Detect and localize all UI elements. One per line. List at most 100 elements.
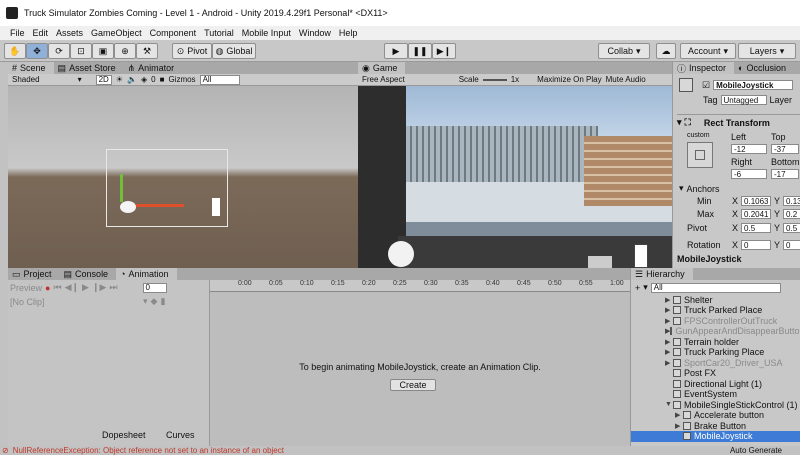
hierarchy-item[interactable]: ▶ Brake Button (631, 420, 800, 431)
hierarchy-item[interactable]: ▼ MobileSingleStickControl (1) (631, 399, 800, 410)
tab-asset-store[interactable]: ▤ Asset Store (53, 62, 124, 74)
next-key-icon[interactable]: ❙▶ (92, 282, 106, 293)
account-dropdown[interactable]: Account ▾ (680, 43, 736, 59)
hierarchy-item[interactable]: ▶ Terrain holder (631, 336, 800, 347)
add-event-icon[interactable]: ▮ (160, 296, 165, 307)
anchor-max-y[interactable]: 0.2 (783, 209, 800, 219)
hierarchy-item[interactable]: ▶ GunAppearAndDisappearButton (631, 326, 800, 337)
tab-scene[interactable]: # Scene (8, 62, 54, 74)
collab-dropdown[interactable]: Collab ▾ (598, 43, 650, 59)
step-button[interactable]: ▶❙ (432, 43, 456, 59)
tab-animation[interactable]: ◔ Animation (116, 268, 177, 280)
fx-icon[interactable]: ◈ (141, 75, 147, 84)
hierarchy-item[interactable]: ▶ Truck Parked Place (631, 305, 800, 316)
tab-inspector[interactable]: ⓘ Inspector (673, 62, 735, 74)
rect-transform-header[interactable]: ▾ ⛶ Rect Transform (677, 114, 800, 128)
menu-edit[interactable]: Edit (33, 28, 49, 38)
clip-dropdown[interactable]: [No Clip] (10, 297, 140, 307)
menu-tutorial[interactable]: Tutorial (204, 28, 234, 38)
hierarchy-item[interactable]: MobileJoystick (631, 430, 800, 442)
record-icon[interactable]: ● (45, 283, 50, 293)
pivot-x-field[interactable]: 0.5 (741, 223, 772, 233)
hierarchy-item[interactable]: ▶ SportCar20_Driver_USA (631, 357, 800, 368)
hierarchy-item[interactable]: ▶ Truck Parking Place (631, 347, 800, 358)
scale-tool-button[interactable]: ⊡ (70, 43, 92, 59)
rect-tool-button[interactable]: ▣ (92, 43, 114, 59)
pause-button[interactable]: ❚❚ (408, 43, 432, 59)
mode-2d-toggle[interactable]: 2D (95, 74, 112, 85)
hierarchy-item[interactable]: ▶ FPSControllerOutTruck (631, 315, 800, 326)
chevron-right-icon[interactable]: ▶ (675, 411, 683, 419)
play-button[interactable]: ▶ (384, 43, 408, 59)
chevron-right-icon[interactable]: ▶ (665, 317, 673, 325)
left-field[interactable]: -12 (731, 144, 767, 154)
hierarchy-item[interactable]: EventSystem (631, 389, 800, 400)
chevron-right-icon[interactable]: ▶ (665, 359, 673, 367)
scale-slider[interactable] (482, 78, 507, 81)
maximize-on-play-toggle[interactable]: Maximize On Play (537, 75, 601, 84)
brake-button-icon[interactable] (588, 256, 612, 268)
chevron-right-icon[interactable]: ▶ (665, 348, 673, 356)
menu-assets[interactable]: Assets (56, 28, 83, 38)
tab-occlusion[interactable]: ◐ Occlusion (734, 62, 794, 74)
rotation-x-field[interactable]: 0 (741, 240, 772, 250)
status-message[interactable]: NullReferenceException: Object reference… (13, 446, 284, 455)
bottom-field[interactable]: -17 (771, 169, 799, 179)
object-name-field[interactable]: MobileJoystick (713, 80, 794, 90)
chevron-down-icon[interactable]: ▼ (665, 401, 673, 408)
scene-search-input[interactable]: All (199, 74, 240, 85)
rect-handle[interactable] (106, 149, 228, 227)
joystick-knob-icon[interactable] (388, 241, 414, 267)
hand-tool-button[interactable]: ✋ (4, 43, 26, 59)
right-field[interactable]: -6 (731, 169, 767, 179)
scene-viewport[interactable] (8, 86, 358, 268)
move-tool-button[interactable]: ✥ (26, 43, 48, 59)
audio-icon[interactable]: 🔈 (127, 75, 137, 84)
add-keyframe-icon[interactable]: ◆ (151, 296, 158, 307)
last-key-icon[interactable]: ⏭ (109, 282, 117, 293)
global-toggle[interactable]: ◍ Global (212, 43, 256, 59)
anchor-min-y[interactable]: 0.133 (783, 196, 800, 206)
menu-component[interactable]: Component (150, 28, 197, 38)
pivot-toggle[interactable]: ⊙ Pivot (172, 43, 212, 59)
dopesheet-tab[interactable]: Dopesheet (102, 430, 146, 440)
hierarchy-item[interactable]: ▶ Shelter (631, 294, 800, 305)
light-icon[interactable]: ☀ (116, 75, 123, 84)
cloud-button[interactable]: ☁ (656, 43, 676, 59)
anchors-foldout[interactable]: ▾ Anchors (679, 183, 720, 194)
active-checkbox-icon[interactable]: ☑ (702, 80, 710, 91)
tab-game[interactable]: ◉ Game (358, 62, 406, 74)
curves-tab[interactable]: Curves (166, 430, 195, 440)
chevron-right-icon[interactable]: ▶ (675, 422, 683, 430)
timeline-ruler[interactable]: 0:00 0:05 0:10 0:15 0:20 0:25 0:30 0:35 0:40 0:45… (210, 280, 630, 292)
hierarchy-item[interactable]: Post FX (631, 368, 800, 379)
tab-project[interactable]: ▭ Project (8, 268, 60, 280)
anchor-preset-button[interactable] (687, 142, 713, 168)
prev-key-icon[interactable]: ◀❙ (65, 282, 79, 293)
anchor-min-x[interactable]: 0.1063 (741, 196, 772, 206)
preview-toggle[interactable]: Preview (10, 283, 42, 293)
tab-console[interactable]: ▤ Console (59, 268, 117, 280)
hierarchy-search-input[interactable]: All (650, 282, 781, 293)
layers-dropdown[interactable]: Layers ▾ (738, 43, 796, 59)
create-clip-button[interactable]: Create (390, 379, 436, 391)
game-viewport[interactable] (358, 86, 672, 268)
chevron-right-icon[interactable]: ▶ (665, 306, 673, 314)
anchor-max-x[interactable]: 0.2041 (741, 209, 772, 219)
camera-icon[interactable]: ■ (160, 75, 165, 84)
shading-dropdown[interactable]: Shaded (12, 75, 40, 84)
accelerate-button-icon[interactable] (634, 244, 648, 268)
menu-help[interactable]: Help (339, 28, 358, 38)
chevron-right-icon[interactable]: ▶ (665, 296, 673, 304)
menu-window[interactable]: Window (299, 28, 331, 38)
tab-animator[interactable]: ⋔ Animator (123, 62, 183, 74)
tag-dropdown[interactable]: Untagged (720, 95, 767, 105)
custom-tool-button[interactable]: ⚒ (136, 43, 158, 59)
timeline-area[interactable]: To begin animating MobileJoystick, creat… (210, 292, 630, 446)
menu-mobile-input[interactable]: Mobile Input (242, 28, 291, 38)
play-anim-icon[interactable]: ▶ (82, 282, 89, 293)
aspect-dropdown[interactable]: Free Aspect (362, 75, 405, 84)
chevron-right-icon[interactable]: ▶ (665, 338, 673, 346)
rotate-tool-button[interactable]: ⟳ (48, 43, 70, 59)
tab-hierarchy[interactable]: ☰ Hierarchy (631, 268, 693, 280)
